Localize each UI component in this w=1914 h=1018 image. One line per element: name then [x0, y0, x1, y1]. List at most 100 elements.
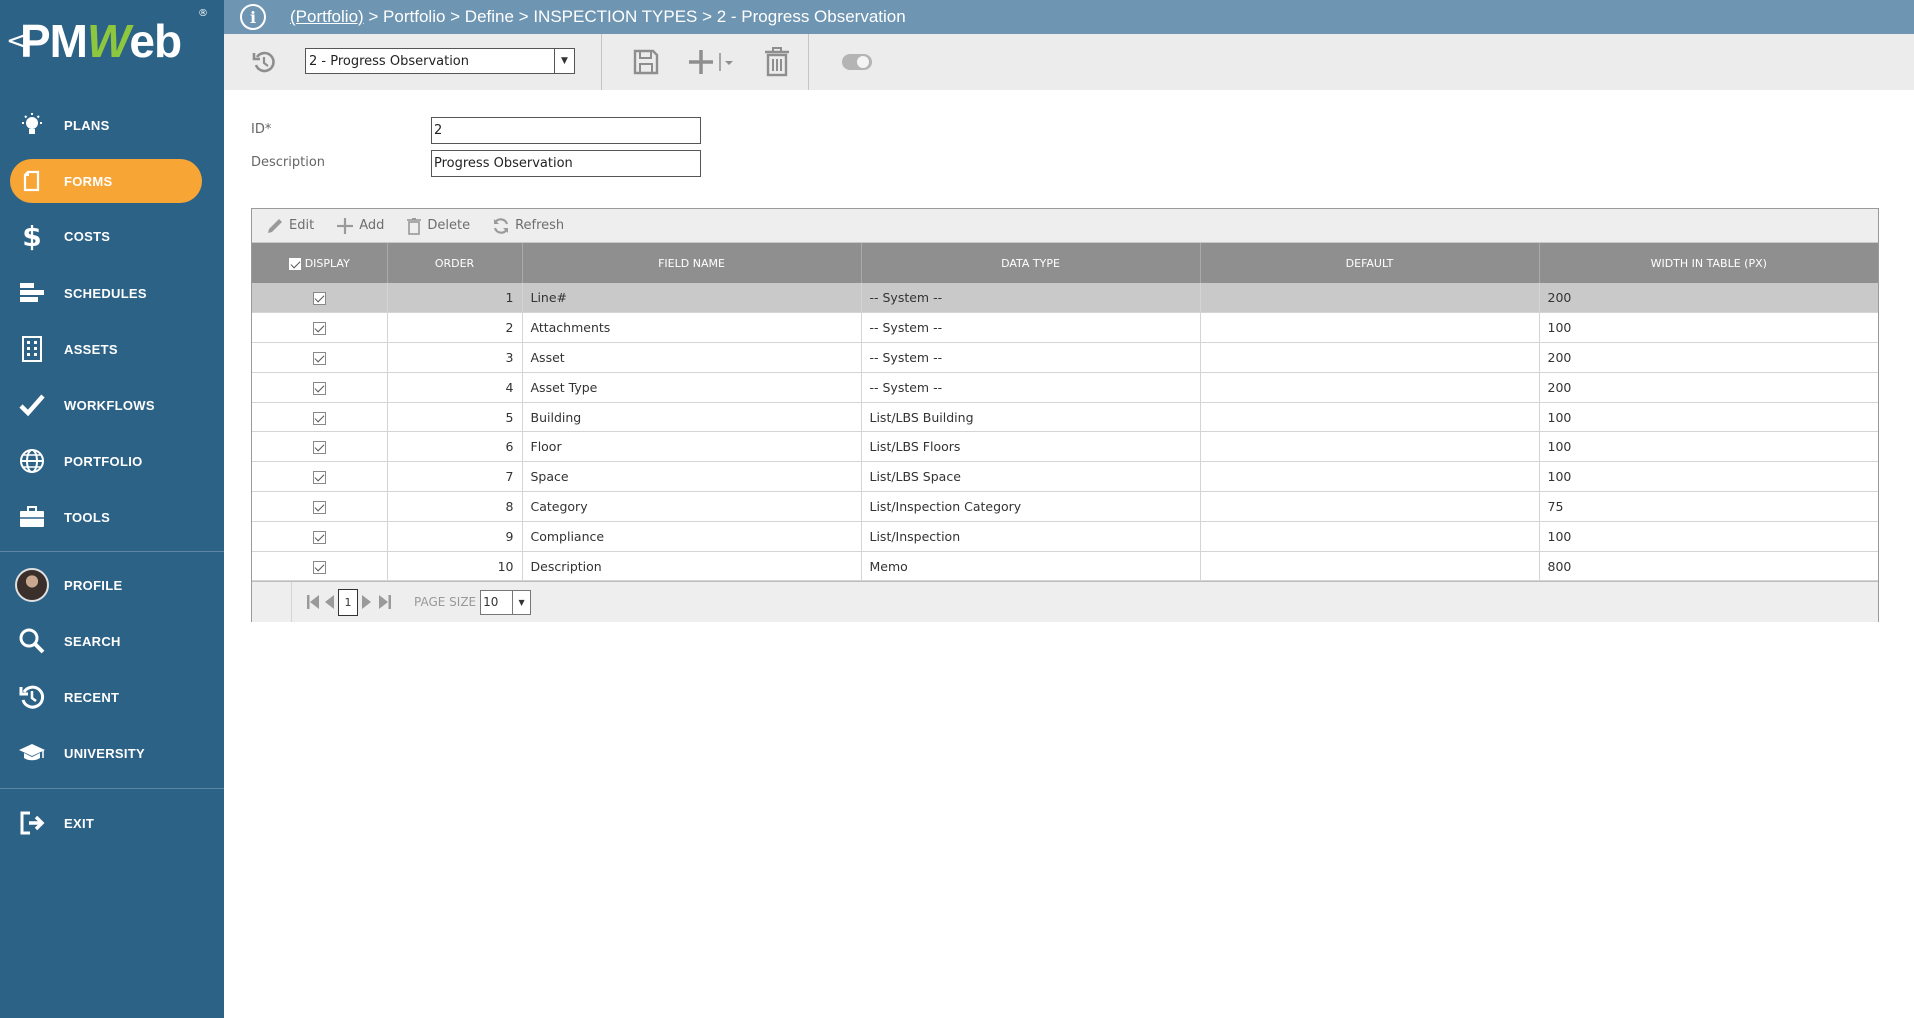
display-checkbox[interactable] [312, 322, 326, 336]
column-header-default[interactable]: DEFAULT [1200, 243, 1540, 283]
default-cell [1200, 283, 1540, 314]
description-field[interactable] [431, 150, 701, 177]
id-field[interactable] [431, 117, 701, 144]
fields-grid: Edit Add Delete Refresh DISPLAY ORDER FI… [251, 208, 1879, 623]
display-checkbox[interactable] [312, 351, 326, 365]
field-name-cell: Description [522, 551, 862, 582]
last-page-button[interactable] [378, 593, 392, 611]
width-cell: 100 [1539, 312, 1878, 344]
table-row[interactable]: 2 Attachments -- System -- 100 [252, 312, 1878, 344]
default-cell [1200, 342, 1540, 373]
display-checkbox[interactable] [312, 292, 326, 306]
sidebar-item-workflows[interactable]: WORKFLOWS [10, 383, 202, 427]
width-cell: 75 [1539, 491, 1878, 522]
lightbulb-icon [10, 103, 54, 147]
exit-icon [10, 801, 54, 845]
save-button[interactable] [626, 44, 666, 80]
sidebar-item-portfolio[interactable]: PORTFOLIO [10, 439, 202, 483]
record-select[interactable]: 2 - Progress Observation ▼ [305, 48, 575, 74]
display-checkbox[interactable] [312, 441, 326, 455]
table-row[interactable]: 9 Compliance List/Inspection 100 [252, 521, 1878, 552]
display-checkbox[interactable] [312, 411, 326, 425]
first-page-button[interactable] [306, 593, 320, 611]
display-checkbox[interactable] [312, 500, 326, 514]
sidebar-item-search[interactable]: SEARCH [10, 619, 202, 663]
breadcrumb-portfolio-link[interactable]: (Portfolio) [290, 7, 364, 26]
field-name-cell: Space [522, 461, 862, 493]
save-icon [633, 49, 659, 75]
page-size-label: PAGE SIZE [414, 595, 477, 610]
display-cell [252, 431, 388, 463]
width-cell: 100 [1539, 402, 1878, 433]
sidebar-item-plans[interactable]: PLANS [10, 103, 202, 147]
width-cell: 200 [1539, 342, 1878, 373]
order-cell: 6 [387, 431, 523, 463]
bars-icon [10, 271, 54, 315]
page-size-select[interactable]: 10 ▼ [480, 589, 532, 615]
column-header-data-type[interactable]: DATA TYPE [861, 243, 1201, 283]
table-row[interactable]: 7 Space List/LBS Space 100 [252, 461, 1878, 493]
default-cell [1200, 461, 1540, 493]
sidebar-item-tools[interactable]: TOOLS [10, 495, 202, 539]
pmweb-logo[interactable]: < PMWeb ® [0, 0, 224, 90]
plus-icon [337, 217, 354, 234]
pencil-icon [268, 218, 282, 233]
table-row[interactable]: 10 Description Memo 800 [252, 551, 1878, 582]
sidebar-item-costs[interactable]: $ COSTS [10, 214, 202, 258]
history-icon [10, 675, 54, 719]
grid-edit-button[interactable]: Edit [266, 217, 314, 235]
sidebar-item-exit[interactable]: EXIT [10, 801, 202, 845]
info-icon[interactable]: i [240, 4, 266, 30]
column-header-width[interactable]: WIDTH IN TABLE (PX) [1539, 243, 1878, 283]
chevron-down-icon[interactable]: ▼ [512, 590, 530, 614]
history-icon [252, 51, 275, 73]
width-cell: 200 [1539, 372, 1878, 403]
history-button[interactable] [246, 44, 282, 80]
delete-button[interactable] [759, 44, 795, 80]
default-cell [1200, 402, 1540, 433]
order-cell: 3 [387, 342, 523, 373]
sidebar: < PMWeb ® PLANS FORMS $ COSTS SCHEDULES [0, 0, 224, 1018]
table-row[interactable]: 1 Line# -- System -- 200 [252, 283, 1878, 314]
display-cell [252, 283, 388, 314]
main-toolbar: 2 - Progress Observation ▼ [224, 34, 1914, 90]
current-page[interactable]: 1 [338, 588, 358, 616]
table-row[interactable]: 6 Floor List/LBS Floors 100 [252, 431, 1878, 463]
select-all-checkbox[interactable] [288, 257, 301, 270]
sidebar-item-schedules[interactable]: SCHEDULES [10, 271, 202, 315]
grid-delete-button[interactable]: Delete [406, 217, 470, 235]
table-row[interactable]: 8 Category List/Inspection Category 75 [252, 491, 1878, 522]
display-checkbox[interactable] [312, 381, 326, 395]
table-row[interactable]: 3 Asset -- System -- 200 [252, 342, 1878, 373]
order-cell: 9 [387, 521, 523, 552]
table-row[interactable]: 4 Asset Type -- System -- 200 [252, 372, 1878, 403]
display-checkbox[interactable] [312, 560, 326, 574]
display-checkbox[interactable] [312, 471, 326, 485]
sidebar-item-profile[interactable]: PROFILE [10, 563, 202, 607]
table-row[interactable]: 5 Building List/LBS Building 100 [252, 402, 1878, 433]
first-page-icon [307, 595, 319, 610]
sidebar-item-recent[interactable]: RECENT [10, 675, 202, 719]
sidebar-item-forms[interactable]: FORMS [10, 159, 202, 203]
grid-refresh-button[interactable]: Refresh [492, 217, 564, 235]
width-cell: 200 [1539, 283, 1878, 314]
field-name-cell: Category [522, 491, 862, 522]
prev-page-button[interactable] [324, 593, 334, 611]
add-button[interactable] [685, 44, 739, 80]
grid-add-button[interactable]: Add [336, 217, 384, 235]
chevron-down-icon[interactable]: ▼ [554, 49, 574, 73]
description-label: Description [251, 155, 326, 170]
column-header-display[interactable]: DISPLAY [252, 243, 388, 283]
next-page-button[interactable] [362, 593, 372, 611]
column-header-field-name[interactable]: FIELD NAME [522, 243, 862, 283]
display-checkbox[interactable] [312, 530, 326, 544]
order-cell: 1 [387, 283, 523, 314]
sidebar-item-university[interactable]: UNIVERSITY [10, 731, 202, 775]
display-cell [252, 461, 388, 493]
column-header-order[interactable]: ORDER [387, 243, 523, 283]
globe-icon [10, 439, 54, 483]
field-name-cell: Line# [522, 283, 862, 314]
search-icon [10, 619, 54, 663]
sidebar-item-assets[interactable]: ASSETS [10, 327, 202, 371]
toggle-switch[interactable] [834, 44, 880, 80]
